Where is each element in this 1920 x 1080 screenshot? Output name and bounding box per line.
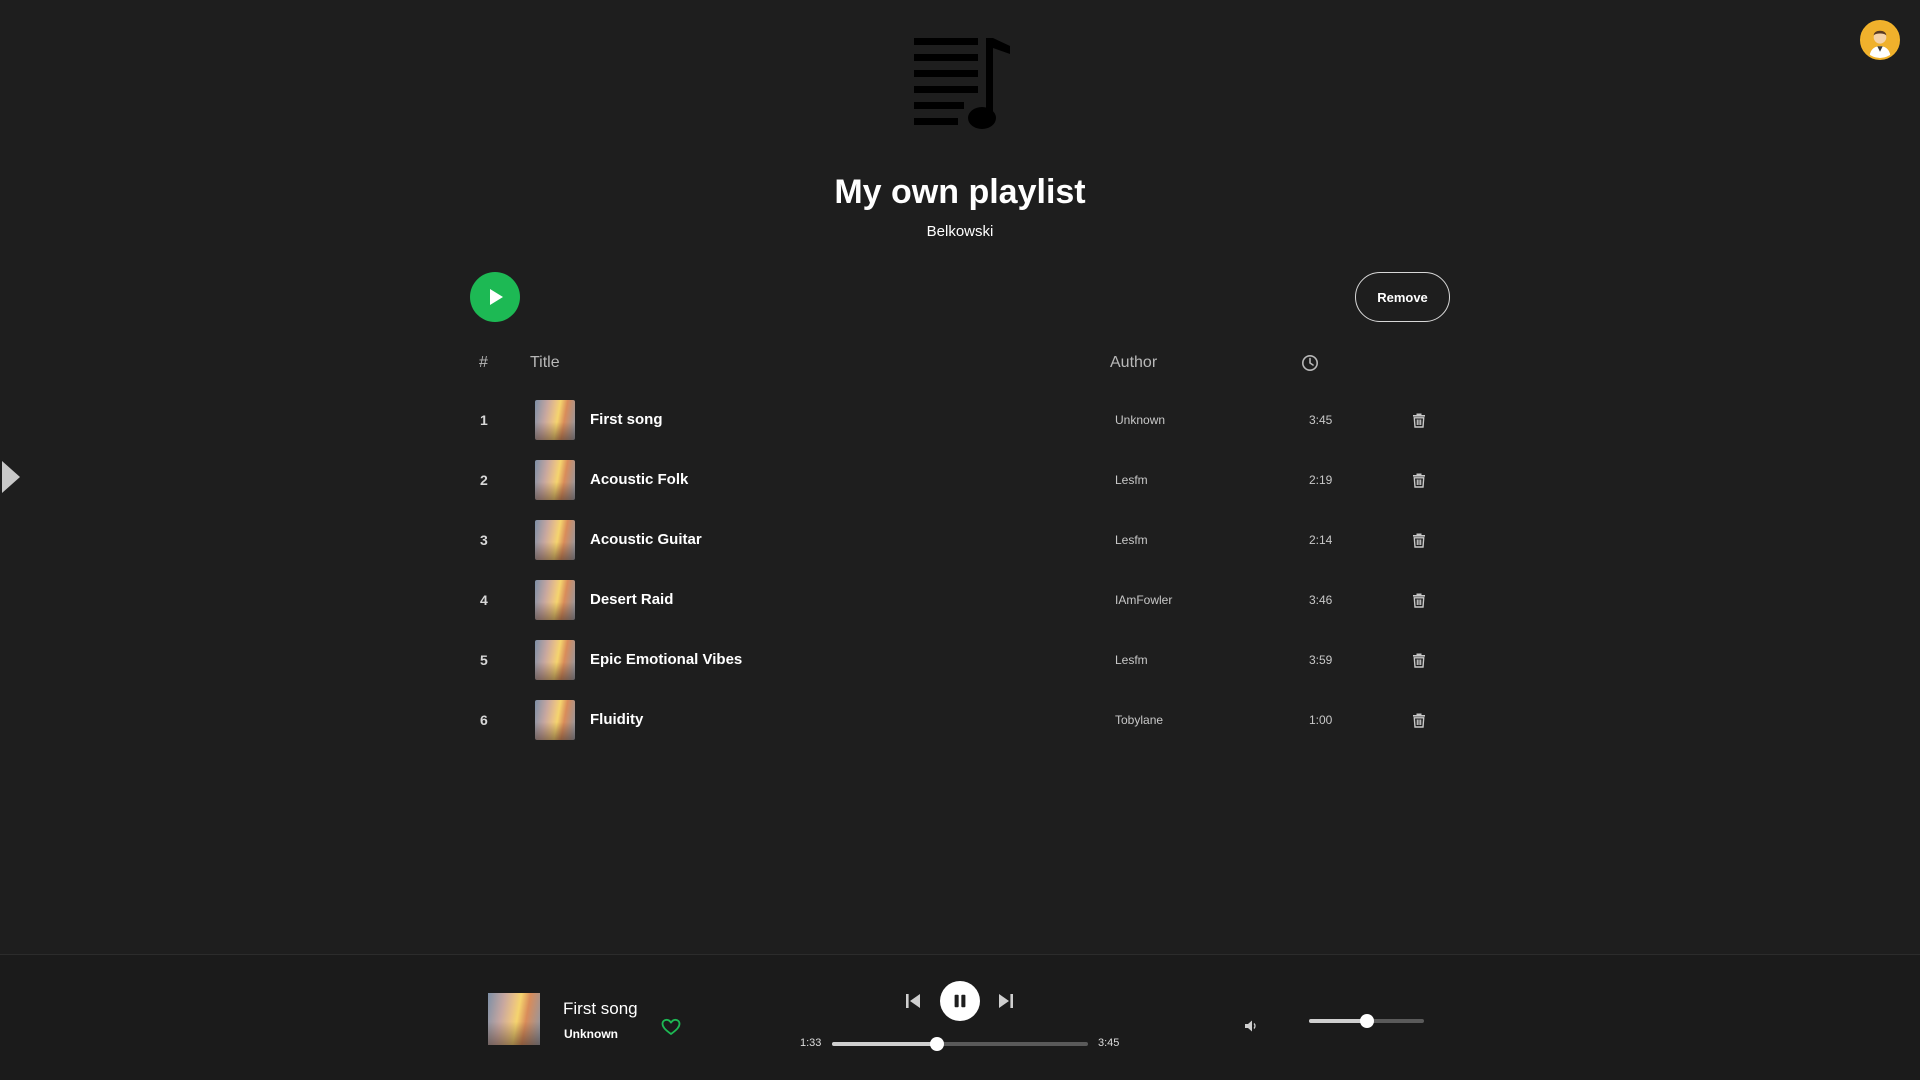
track-title[interactable]: Epic Emotional Vibes: [590, 630, 742, 690]
play-playlist-button[interactable]: [470, 272, 520, 322]
sidebar-expand-arrow-icon[interactable]: [0, 459, 24, 495]
trash-icon[interactable]: [1410, 531, 1428, 549]
track-duration: 3:46: [1309, 593, 1333, 607]
trash-icon[interactable]: [1410, 591, 1428, 609]
track-duration: 2:14: [1309, 533, 1333, 547]
heart-icon[interactable]: [661, 1018, 681, 1036]
trash-icon[interactable]: [1410, 711, 1428, 729]
app-root: My own playlist Belkowski Remove # Title…: [0, 0, 1920, 1080]
track-author: IAmFowler: [1115, 593, 1173, 607]
track-cover-image: [535, 580, 575, 620]
track-duration: 2:19: [1309, 473, 1333, 487]
trash-icon[interactable]: [1410, 651, 1428, 669]
now-playing-artist[interactable]: Unknown: [564, 1027, 618, 1041]
track-author: Lesfm: [1115, 533, 1148, 547]
volume-fill: [1309, 1019, 1367, 1023]
trash-icon[interactable]: [1410, 471, 1428, 489]
track-row[interactable]: 2 Acoustic Folk Lesfm 2:19: [470, 450, 1450, 510]
track-cover-image: [535, 400, 575, 440]
column-header-title: Title: [530, 354, 560, 371]
track-cover-image: [535, 700, 575, 740]
user-avatar[interactable]: [1860, 20, 1900, 60]
track-duration: 1:00: [1309, 713, 1333, 727]
track-row[interactable]: 1 First song Unknown 3:45: [470, 390, 1450, 450]
volume-icon[interactable]: [1243, 1018, 1259, 1034]
playlist-owner[interactable]: Belkowski: [0, 222, 1920, 242]
track-number: 1: [480, 412, 488, 428]
progress-slider[interactable]: [832, 1037, 1088, 1051]
track-row[interactable]: 3 Acoustic Guitar Lesfm 2:14: [470, 510, 1450, 570]
track-title[interactable]: Fluidity: [590, 690, 643, 750]
volume-slider[interactable]: [1309, 1014, 1424, 1028]
track-title[interactable]: Acoustic Folk: [590, 450, 688, 510]
track-author: Unknown: [1115, 413, 1166, 427]
player-bar: First song Unknown 1:33 3:45: [0, 954, 1920, 1080]
track-list: 1 First song Unknown 3:45 2 Acoustic Fol…: [470, 390, 1450, 750]
track-number: 3: [480, 532, 488, 548]
progress-fill: [832, 1042, 937, 1046]
track-author: Tobylane: [1115, 713, 1164, 727]
trash-icon[interactable]: [1410, 411, 1428, 429]
track-number: 6: [480, 712, 488, 728]
track-cover-image: [535, 520, 575, 560]
current-time: 1:33: [800, 1037, 822, 1049]
track-cover-image: [535, 640, 575, 680]
now-playing-cover-image: [488, 993, 540, 1045]
pause-icon: [954, 994, 966, 1008]
track-duration: 3:59: [1309, 653, 1333, 667]
track-title[interactable]: Acoustic Guitar: [590, 510, 702, 570]
skip-next-icon[interactable]: [996, 991, 1016, 1011]
playlist-music-icon: [910, 32, 1018, 134]
track-number: 5: [480, 652, 488, 668]
track-number: 4: [480, 592, 488, 608]
track-author: Lesfm: [1115, 473, 1148, 487]
remove-playlist-button[interactable]: Remove: [1355, 272, 1450, 322]
playlist-title: My own playlist: [834, 173, 1086, 211]
track-title[interactable]: Desert Raid: [590, 570, 673, 630]
track-row[interactable]: 4 Desert Raid IAmFowler 3:46: [470, 570, 1450, 630]
track-row[interactable]: 5 Epic Emotional Vibes Lesfm 3:59: [470, 630, 1450, 690]
track-number: 2: [480, 472, 488, 488]
user-avatar-icon: [1862, 22, 1898, 58]
track-cover-image: [535, 460, 575, 500]
track-author: Lesfm: [1115, 653, 1148, 667]
track-title[interactable]: First song: [590, 390, 663, 450]
now-playing-title[interactable]: First song: [563, 999, 638, 1019]
skip-previous-icon[interactable]: [903, 991, 923, 1011]
play-icon: [490, 289, 503, 305]
progress-handle[interactable]: [929, 1037, 944, 1051]
column-header-author: Author: [1110, 354, 1158, 371]
volume-handle[interactable]: [1359, 1014, 1374, 1028]
total-time: 3:45: [1098, 1037, 1120, 1049]
track-row[interactable]: 6 Fluidity Tobylane 1:00: [470, 690, 1450, 750]
clock-icon: [1301, 354, 1319, 372]
track-duration: 3:45: [1309, 413, 1333, 427]
pause-button[interactable]: [940, 981, 980, 1021]
column-header-number: #: [479, 354, 488, 371]
